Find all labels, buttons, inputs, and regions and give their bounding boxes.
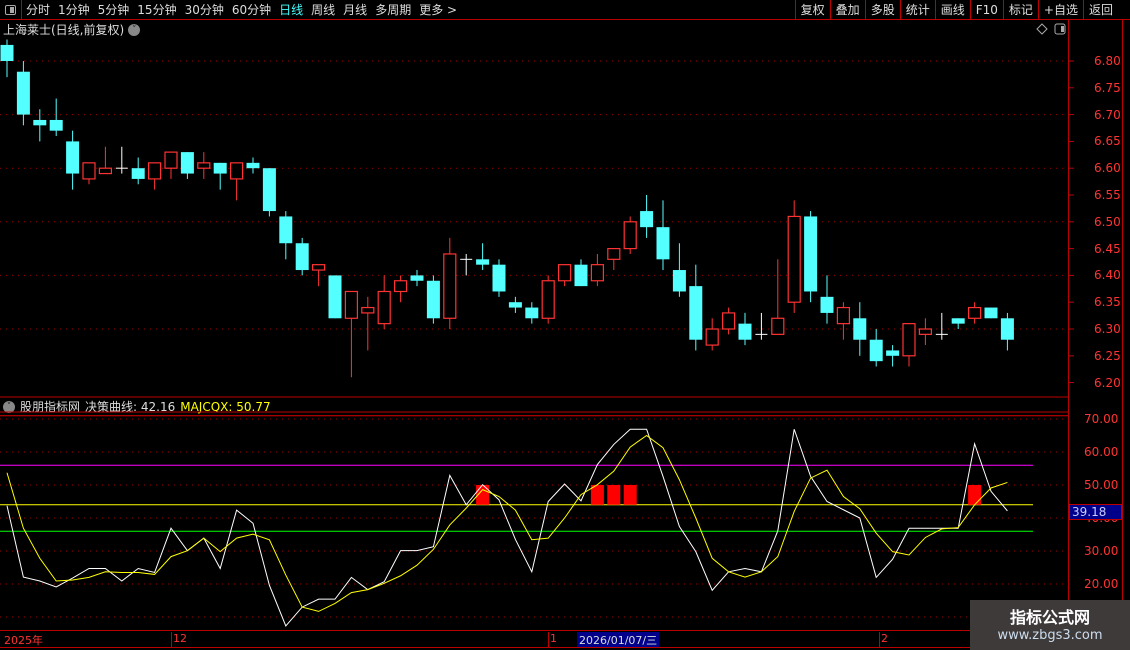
chart-canvas[interactable] <box>0 0 1130 650</box>
candle-body <box>820 296 834 313</box>
price-tick: 6.40 <box>1094 268 1121 283</box>
side-panel[interactable] <box>1123 20 1130 630</box>
indicator-tick: 70.00 <box>1084 412 1119 426</box>
candle-body <box>328 275 342 319</box>
candle-body <box>574 264 588 287</box>
candle-body <box>886 350 900 356</box>
candle-body <box>492 264 506 292</box>
candle-body <box>361 306 375 314</box>
candle-body <box>607 248 621 260</box>
candle-body <box>410 275 424 281</box>
candle-body <box>230 162 244 180</box>
candle-body <box>918 328 933 335</box>
candle-body <box>967 306 982 319</box>
candle-body <box>476 259 490 265</box>
price-tick: 6.30 <box>1094 322 1121 336</box>
candle-body <box>541 280 555 319</box>
candle-body <box>689 286 703 340</box>
selected-date: 2026/01/07/三 <box>577 632 660 647</box>
indicator-tick: 20.00 <box>1084 577 1119 591</box>
candle-body <box>164 151 178 169</box>
price-tick: 6.60 <box>1094 161 1121 176</box>
candle-body <box>180 152 194 174</box>
candle-body <box>705 328 719 346</box>
candle-body <box>771 317 785 335</box>
signal-bar <box>968 485 982 505</box>
candle-body <box>262 168 276 212</box>
date-label: 2025年 <box>4 634 43 647</box>
candle-body <box>590 264 605 282</box>
candle-body <box>787 215 801 303</box>
date-label: 2 <box>879 632 888 648</box>
candle-body <box>246 162 260 169</box>
candle-body <box>951 318 965 324</box>
indicator-tick: 50.00 <box>1084 478 1119 492</box>
candle-body <box>197 162 211 169</box>
date-label: 12 <box>171 632 187 648</box>
diamond-icon <box>1036 23 1048 35</box>
candle-body <box>640 211 654 228</box>
candle-body <box>443 253 457 319</box>
price-tick: 6.55 <box>1094 188 1121 202</box>
candle-body <box>508 302 522 308</box>
candle-body <box>557 264 572 282</box>
price-tick: 6.20 <box>1094 375 1121 390</box>
watermark: 指标公式网 www.zbgs3.com <box>970 600 1130 650</box>
indicator-tick: 30.00 <box>1084 544 1119 558</box>
candle-body <box>853 318 867 340</box>
price-tick: 6.65 <box>1094 134 1121 149</box>
candle-body <box>377 290 391 325</box>
price-tick: 6.50 <box>1094 214 1121 229</box>
candle-body <box>738 323 752 340</box>
date-axis: 2025年 12 1 2026/01/07/三 2 <box>0 630 1130 648</box>
candle-body <box>148 162 162 180</box>
candle-body <box>16 71 30 115</box>
candle-body <box>394 280 408 293</box>
price-tick: 6.45 <box>1094 241 1121 256</box>
candle-body <box>33 119 47 126</box>
candle-body <box>66 141 80 174</box>
candle-body <box>902 323 916 357</box>
candle-body <box>344 290 358 319</box>
panel-icon-fill <box>1061 26 1064 32</box>
candle-body <box>836 306 851 325</box>
majcqx-line <box>6 434 1008 612</box>
watermark-title: 指标公式网 <box>1009 608 1090 627</box>
watermark-url: www.zbgs3.com <box>997 628 1103 643</box>
candle-body <box>98 167 113 175</box>
candle-body <box>1000 318 1014 340</box>
candle-body <box>623 221 637 250</box>
price-tick: 6.80 <box>1094 54 1121 68</box>
decision-curve-line <box>6 428 1008 627</box>
indicator-tick: 60.00 <box>1084 445 1119 459</box>
price-tick: 6.70 <box>1094 107 1121 122</box>
candle-body <box>984 307 998 319</box>
candle-body <box>279 216 293 244</box>
candle-body <box>426 280 440 319</box>
candle-body <box>49 119 63 131</box>
price-tick: 6.25 <box>1094 348 1121 363</box>
signal-bar <box>607 485 621 505</box>
candle-body <box>82 162 96 180</box>
current-value-badge: 39.18 <box>1069 504 1122 520</box>
candle-body <box>672 270 686 292</box>
price-tick: 6.75 <box>1094 80 1121 95</box>
candle-body <box>0 44 14 61</box>
price-tick: 6.35 <box>1094 295 1121 310</box>
candle-body <box>656 227 670 260</box>
signal-bar <box>623 485 637 505</box>
candle-body <box>721 312 736 330</box>
candle-body <box>131 168 145 179</box>
candle-body <box>312 264 326 271</box>
date-label: 1 <box>548 632 557 648</box>
candle-body <box>869 339 883 362</box>
candle-body <box>213 162 227 174</box>
candle-body <box>525 307 539 319</box>
candle-body <box>804 216 818 292</box>
candle-body <box>295 243 309 271</box>
